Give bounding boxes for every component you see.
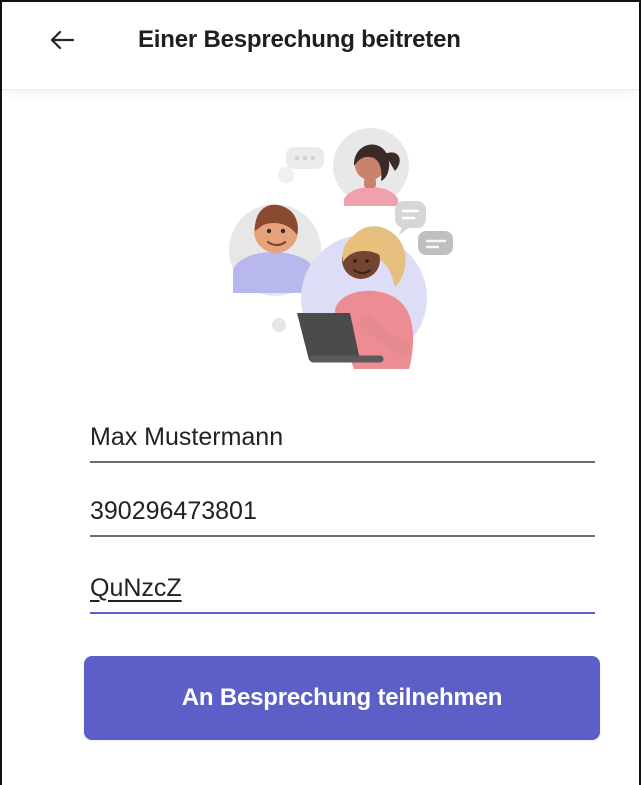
page-title: Einer Besprechung beitreten [138, 26, 461, 53]
small-dot-icon [272, 318, 286, 332]
woman-avatar-icon [333, 128, 409, 206]
join-meeting-button[interactable]: An Besprechung teilnehmen [84, 656, 600, 740]
display-name-field[interactable] [90, 413, 595, 463]
arrow-left-icon [50, 30, 75, 50]
meeting-id-field[interactable] [90, 487, 595, 537]
message-bubble-icon [395, 201, 453, 255]
app-header: Einer Besprechung beitreten [2, 2, 639, 90]
passcode-field[interactable] [90, 564, 595, 614]
chat-bubble-icon [278, 147, 324, 183]
join-meeting-screen: Einer Besprechung beitreten Max Musterma… [0, 0, 641, 785]
back-button[interactable] [42, 20, 82, 60]
meeting-people-illustration [224, 123, 462, 378]
